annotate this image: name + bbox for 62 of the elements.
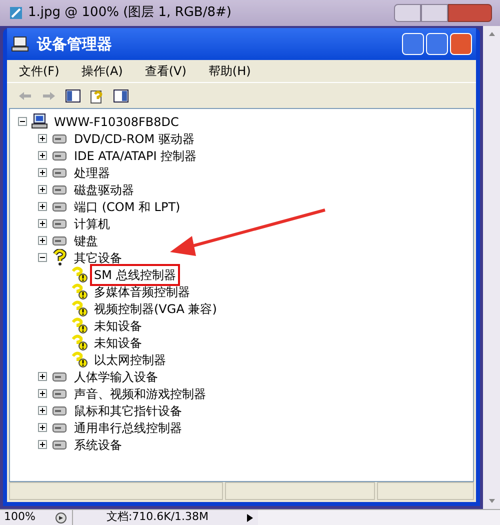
panel-icon[interactable] (65, 88, 81, 104)
panel-icon[interactable] (113, 88, 129, 104)
help-icon[interactable] (89, 88, 105, 104)
warning-device-icon (71, 266, 88, 283)
status-icon (54, 510, 68, 524)
tree-item[interactable]: 磁盘驱动器 (72, 180, 136, 198)
expander-toggle[interactable] (38, 134, 47, 143)
menu-item[interactable]: 操作(A) (81, 62, 123, 80)
tree-item[interactable]: 计算机 (72, 214, 112, 232)
tree-item[interactable]: 以太网控制器 (92, 350, 168, 368)
menu-item[interactable]: 帮助(H) (208, 62, 251, 80)
tree-item[interactable]: 未知设备 (92, 316, 144, 334)
menu-arrow-icon[interactable] (245, 512, 255, 522)
tree-item[interactable]: SM 总线控制器 (92, 266, 178, 284)
tree-item[interactable]: 鼠标和其它指针设备 (72, 402, 184, 420)
expander-toggle[interactable] (38, 168, 47, 177)
tree-item[interactable]: 人体学输入设备 (72, 368, 160, 386)
horizontal-scrollbar[interactable] (258, 510, 500, 525)
warning-device-icon (71, 300, 88, 317)
warning-device-icon (71, 334, 88, 351)
expander-toggle[interactable] (38, 219, 47, 228)
maximize-button[interactable] (421, 4, 448, 22)
tree-item[interactable]: IDE ATA/ATAPI 控制器 (72, 146, 199, 164)
tree-item[interactable]: 多媒体音频控制器 (92, 282, 192, 300)
tree-item[interactable]: 系统设备 (72, 436, 124, 454)
scrollbar[interactable] (483, 26, 500, 509)
tree-item[interactable]: 声音、视频和游戏控制器 (72, 384, 208, 402)
expander-toggle[interactable] (18, 117, 27, 126)
expander-toggle[interactable] (38, 236, 47, 245)
tree-item[interactable]: 其它设备 (72, 248, 124, 266)
expander-toggle[interactable] (38, 372, 47, 381)
up-arrow-icon (488, 30, 496, 38)
warning-device-icon (71, 317, 88, 334)
tree-item[interactable]: 视频控制器(VGA 兼容) (92, 300, 219, 318)
computer-icon (11, 35, 29, 53)
expander-toggle[interactable] (38, 202, 47, 211)
menu-item[interactable]: 查看(V) (144, 62, 186, 80)
expander-toggle[interactable] (38, 253, 47, 262)
window-title: 设备管理器 (37, 34, 112, 55)
expander-toggle[interactable] (38, 151, 47, 160)
tree-item[interactable]: 键盘 (72, 232, 100, 250)
expander-toggle[interactable] (38, 440, 47, 449)
tree-item[interactable]: 端口 (COM 和 LPT) (72, 198, 182, 216)
warning-device-icon (71, 351, 88, 368)
warning-device-icon (71, 283, 88, 300)
down-arrow-icon (488, 497, 496, 505)
question-mark-icon (51, 249, 68, 266)
expander-toggle[interactable] (38, 406, 47, 415)
tree-item[interactable]: 未知设备 (92, 334, 144, 352)
tree-item[interactable]: 处理器 (72, 164, 112, 182)
tree-item[interactable]: DVD/CD-ROM 驱动器 (72, 130, 196, 148)
menu-item[interactable]: 文件(F) (19, 62, 60, 80)
expander-toggle[interactable] (38, 185, 47, 194)
zoom-level: 100% (3, 509, 36, 525)
computer-icon (31, 113, 48, 130)
expander-toggle[interactable] (38, 423, 47, 432)
window-title: 1.jpg @ 100% (图层 1, RGB/8#) (28, 4, 232, 22)
document-size: 文档:710.6K/1.38M (72, 509, 242, 525)
tree-item[interactable]: 通用串行总线控制器 (72, 418, 184, 436)
tree-item[interactable]: WWW-F10308FB8DC (52, 112, 181, 130)
expander-toggle[interactable] (38, 389, 47, 398)
minimize-button[interactable] (394, 4, 421, 22)
